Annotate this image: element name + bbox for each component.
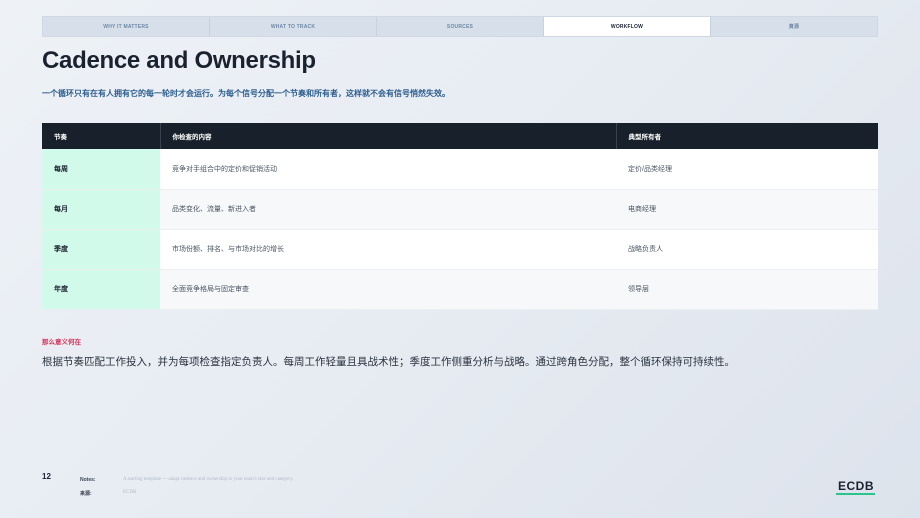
content-cell: 全面竞争格局与固定审查: [160, 269, 616, 310]
cadence-table: 节奏 你检查的内容 典型所有者 每周 竞争对手组合中的定价和促销活动 定价/品类…: [42, 123, 878, 310]
tab-sources[interactable]: SOURCES: [377, 17, 544, 36]
tab-what-to-track[interactable]: WHAT TO TRACK: [210, 17, 377, 36]
content-cell: 竞争对手组合中的定价和促销活动: [160, 149, 616, 190]
so-what-label: 那么意义何在: [42, 339, 81, 346]
source-label: 来源:: [80, 491, 92, 497]
content-cell: 市场份额、排名、与市场对比的增长: [160, 229, 616, 270]
page-subtitle: 一个循环只有在有人拥有它的每一轮时才会运行。为每个信号分配一个节奏和所有者，这样…: [42, 89, 450, 98]
page-title: Cadence and Ownership: [42, 47, 316, 74]
section-tabs: WHY IT MATTERS WHAT TO TRACK SOURCES WOR…: [42, 16, 878, 37]
table-row: 年度 全面竞争格局与固定审查 领导层: [42, 269, 878, 310]
tab-why-it-matters[interactable]: WHY IT MATTERS: [43, 17, 210, 36]
page-number: 12: [42, 472, 51, 481]
tab-resources[interactable]: 資源: [711, 17, 877, 36]
cadence-cell: 年度: [42, 269, 160, 310]
table-row: 季度 市场份额、排名、与市场对比的增长 战略负责人: [42, 229, 878, 270]
owner-cell: 战略负责人: [616, 229, 878, 270]
notes-label: Notes:: [80, 477, 96, 483]
table-header-row: 节奏 你检查的内容 典型所有者: [42, 123, 878, 149]
cadence-cell: 每周: [42, 149, 160, 190]
table-row: 每月 品类变化、流量、新进入者 电商经理: [42, 189, 878, 230]
owner-cell: 领导层: [616, 269, 878, 310]
owner-cell: 定价/品类经理: [616, 149, 878, 190]
source-text: ECDB: [123, 490, 137, 495]
tab-workflow[interactable]: WORKFLOW: [544, 17, 711, 36]
content-cell: 品类变化、流量、新进入者: [160, 189, 616, 230]
cadence-cell: 每月: [42, 189, 160, 230]
logo-underline: [836, 493, 875, 495]
header-owner: 典型所有者: [615, 123, 878, 149]
header-content: 你检查的内容: [159, 123, 616, 149]
owner-cell: 电商经理: [616, 189, 878, 230]
ecdb-logo: ECDB: [837, 479, 874, 493]
header-cadence: 节奏: [42, 123, 160, 149]
cadence-cell: 季度: [42, 229, 160, 270]
notes-text: A starting template — adapt cadence and …: [123, 477, 294, 482]
so-what-text: 根据节奏匹配工作投入，并为每项检查指定负责人。每周工作轻量且具战术性；季度工作侧…: [42, 356, 735, 368]
table-row: 每周 竞争对手组合中的定价和促销活动 定价/品类经理: [42, 149, 878, 190]
